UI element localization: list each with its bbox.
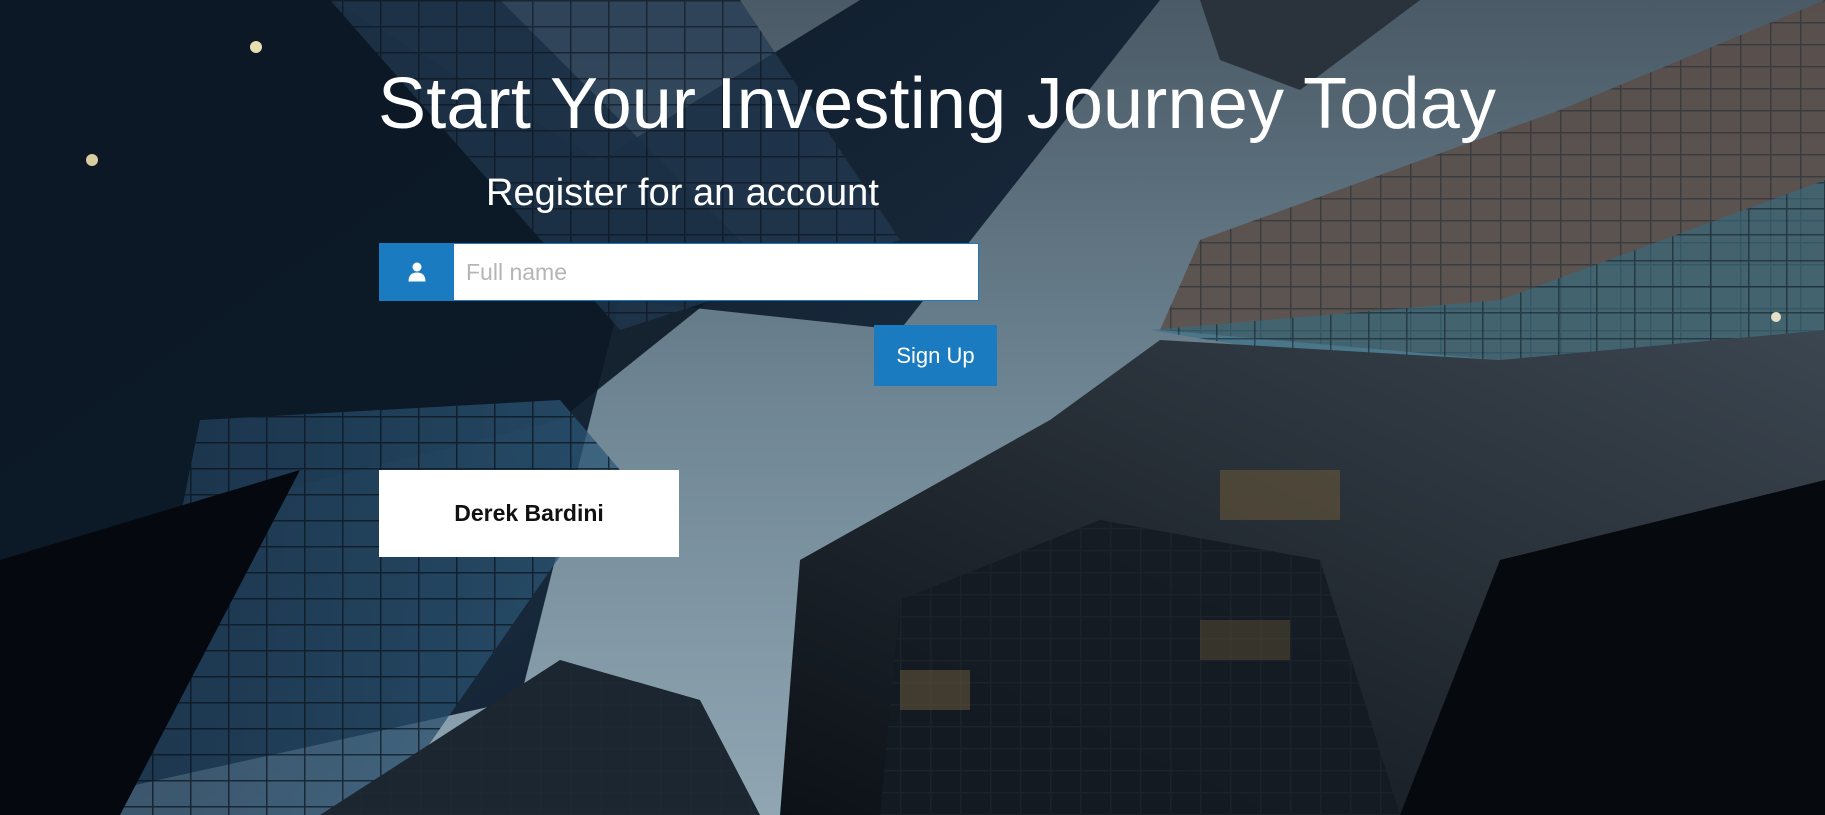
page-subtitle: Register for an account [486,172,879,214]
page: Start Your Investing Journey Today Regis… [0,0,1825,815]
registered-name-card: Derek Bardini [379,470,679,557]
page-title: Start Your Investing Journey Today [378,64,1497,144]
full-name-input[interactable] [454,243,979,301]
sign-up-button[interactable]: Sign Up [874,325,997,386]
registered-name: Derek Bardini [454,500,604,526]
full-name-input-group [379,243,979,301]
user-icon [379,243,454,301]
